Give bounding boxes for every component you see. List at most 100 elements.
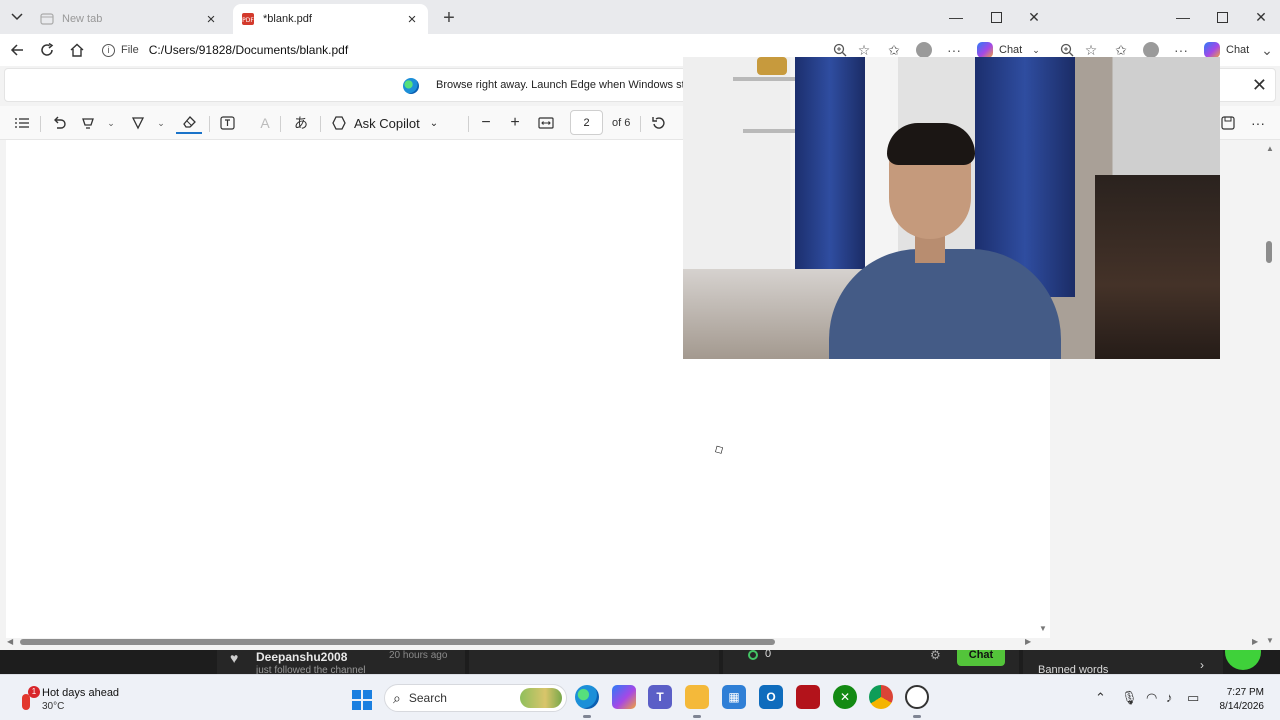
tab-blank-pdf[interactable]: PDF *blank.pdf ×	[233, 4, 428, 34]
minimize-icon[interactable]: —	[941, 5, 971, 29]
refresh-button[interactable]	[36, 39, 58, 61]
rotate-icon[interactable]	[647, 112, 669, 134]
maximize-icon[interactable]	[1207, 5, 1237, 29]
search-icon: ⌕	[393, 689, 401, 706]
chevron-up-icon[interactable]: ⌃	[1095, 690, 1106, 706]
tab-strip: New tab × PDF *blank.pdf × + — ✕ — ✕	[0, 0, 1280, 34]
minimize-icon[interactable]: —	[1168, 5, 1198, 29]
weather-widget[interactable]: 1 Hot days ahead 30°C	[18, 686, 119, 713]
draw-icon[interactable]	[127, 112, 149, 134]
notification-message: Browse right away. Launch Edge when Wind…	[436, 79, 707, 91]
more-options-icon[interactable]: ···	[1247, 112, 1269, 134]
gear-icon[interactable]: ⚙	[930, 650, 941, 662]
banned-words-link[interactable]: Banned words	[1038, 664, 1108, 674]
battery-icon[interactable]: ▭	[1187, 690, 1199, 706]
active-app-indicator	[583, 715, 591, 718]
system-clock[interactable]: 7:27 PM 8/14/2026	[1212, 686, 1265, 714]
site-info-icon[interactable]: i	[102, 43, 115, 57]
chrome-icon[interactable]	[869, 685, 893, 709]
close-window-icon[interactable]: ✕	[1246, 5, 1276, 29]
back-button[interactable]	[6, 39, 28, 61]
streaming-app-icon[interactable]	[796, 685, 820, 709]
eraser-button[interactable]	[176, 112, 202, 134]
windows-start-icon[interactable]	[352, 690, 372, 710]
undo-icon[interactable]	[48, 112, 70, 134]
vertical-scrollbar[interactable]	[1262, 140, 1276, 650]
horizontal-scroll-thumb[interactable]	[20, 639, 775, 645]
zoom-out-icon[interactable]: −	[475, 112, 497, 134]
edge-logo-icon	[403, 78, 419, 94]
vertical-scroll-thumb[interactable]	[1266, 241, 1272, 263]
maximize-icon[interactable]	[981, 5, 1011, 29]
person-hair	[887, 123, 975, 165]
highlight-icon[interactable]	[77, 112, 99, 134]
chevron-right-icon[interactable]: ›	[1200, 658, 1204, 672]
page-total: of 6	[612, 117, 631, 129]
close-icon[interactable]: ×	[404, 11, 420, 28]
save-icon[interactable]	[1217, 112, 1239, 134]
translate-glyph: あ	[294, 115, 308, 131]
toolbar-divider	[209, 116, 210, 132]
stream-activity-panel: ♥ Deepanshu2008 20 hours ago just follow…	[0, 650, 1280, 674]
pdf-file-icon: PDF	[242, 13, 254, 25]
zoom-in-icon[interactable]: +	[504, 112, 526, 134]
contents-list-icon[interactable]	[11, 112, 33, 134]
translate-icon[interactable]: あ	[290, 112, 312, 134]
scroll-down-icon[interactable]: ▼	[1039, 624, 1047, 633]
new-tab-button[interactable]: +	[438, 7, 460, 29]
xbox-icon[interactable]: ✕	[833, 685, 857, 709]
back-arrow-icon	[10, 44, 23, 56]
toolbar-divider	[468, 116, 469, 132]
page-number-input[interactable]: 2	[570, 110, 603, 135]
scroll-right-icon[interactable]: ▶	[1252, 637, 1258, 646]
chevron-down-icon: ⌄	[1032, 44, 1040, 55]
close-window-icon[interactable]: ✕	[1019, 5, 1049, 29]
edge-browser-icon[interactable]	[575, 685, 599, 709]
volume-icon[interactable]: ♪	[1166, 690, 1173, 705]
viewer-count: 0	[765, 650, 772, 660]
chevron-down-icon[interactable]: ⌄	[150, 112, 172, 134]
page-current: 2	[583, 116, 590, 129]
weather-alert-badge: 1	[28, 686, 40, 698]
taskbar-search[interactable]: ⌕ Search	[384, 684, 567, 712]
shelf-ornament	[757, 57, 787, 75]
follower-subtext: just followed the channel	[256, 665, 366, 674]
scroll-left-icon[interactable]: ◀	[7, 637, 13, 646]
teams-icon[interactable]: T	[648, 685, 672, 709]
copilot-app-icon[interactable]	[612, 685, 636, 709]
file-explorer-icon[interactable]	[685, 685, 709, 709]
heart-icon: ♥	[230, 650, 239, 666]
scroll-down-icon[interactable]: ▼	[1266, 636, 1274, 645]
tab-new-tab[interactable]: New tab ×	[32, 4, 227, 34]
chevron-down-icon	[11, 13, 23, 21]
tab-actions-menu[interactable]	[6, 6, 28, 28]
refresh-icon	[41, 43, 54, 56]
scroll-right-icon[interactable]: ▶	[1025, 637, 1031, 646]
curtain-left	[795, 57, 865, 297]
toolbar-divider	[280, 116, 281, 132]
scroll-up-icon[interactable]: ▲	[1266, 144, 1274, 153]
ask-copilot-button[interactable]: Ask Copilot ⌄	[331, 112, 438, 134]
chat-button[interactable]: Chat	[957, 650, 1005, 666]
clock-date: 8/14/2026	[1219, 701, 1265, 712]
chevron-down-icon[interactable]: ⌄	[1256, 39, 1278, 61]
chevron-down-icon[interactable]: ⌄	[100, 112, 122, 134]
close-icon[interactable]: ×	[203, 11, 219, 28]
close-icon[interactable]: ✕	[1252, 75, 1267, 96]
wifi-icon[interactable]: ◠	[1146, 690, 1157, 706]
outlook-icon[interactable]: O	[759, 685, 783, 709]
microsoft-store-icon[interactable]: ▦	[722, 685, 746, 709]
follower-time: 20 hours ago	[389, 650, 448, 661]
windows-taskbar: 1 Hot days ahead 30°C ⌕ Search T ▦ O ✕ ⌃…	[0, 674, 1280, 720]
read-aloud-icon[interactable]: A	[254, 112, 276, 134]
chat-label: Chat	[1226, 44, 1250, 56]
microphone-icon[interactable]: 🎙	[1121, 690, 1138, 706]
fit-to-width-icon[interactable]	[535, 112, 557, 134]
avatar	[916, 42, 932, 58]
clock-time: 7:27 PM	[1226, 687, 1264, 698]
svg-text:PDF: PDF	[242, 17, 254, 24]
obs-icon[interactable]	[905, 685, 929, 709]
copilot-icon	[1204, 42, 1220, 58]
add-text-icon[interactable]	[216, 112, 238, 134]
home-button[interactable]	[66, 39, 88, 61]
